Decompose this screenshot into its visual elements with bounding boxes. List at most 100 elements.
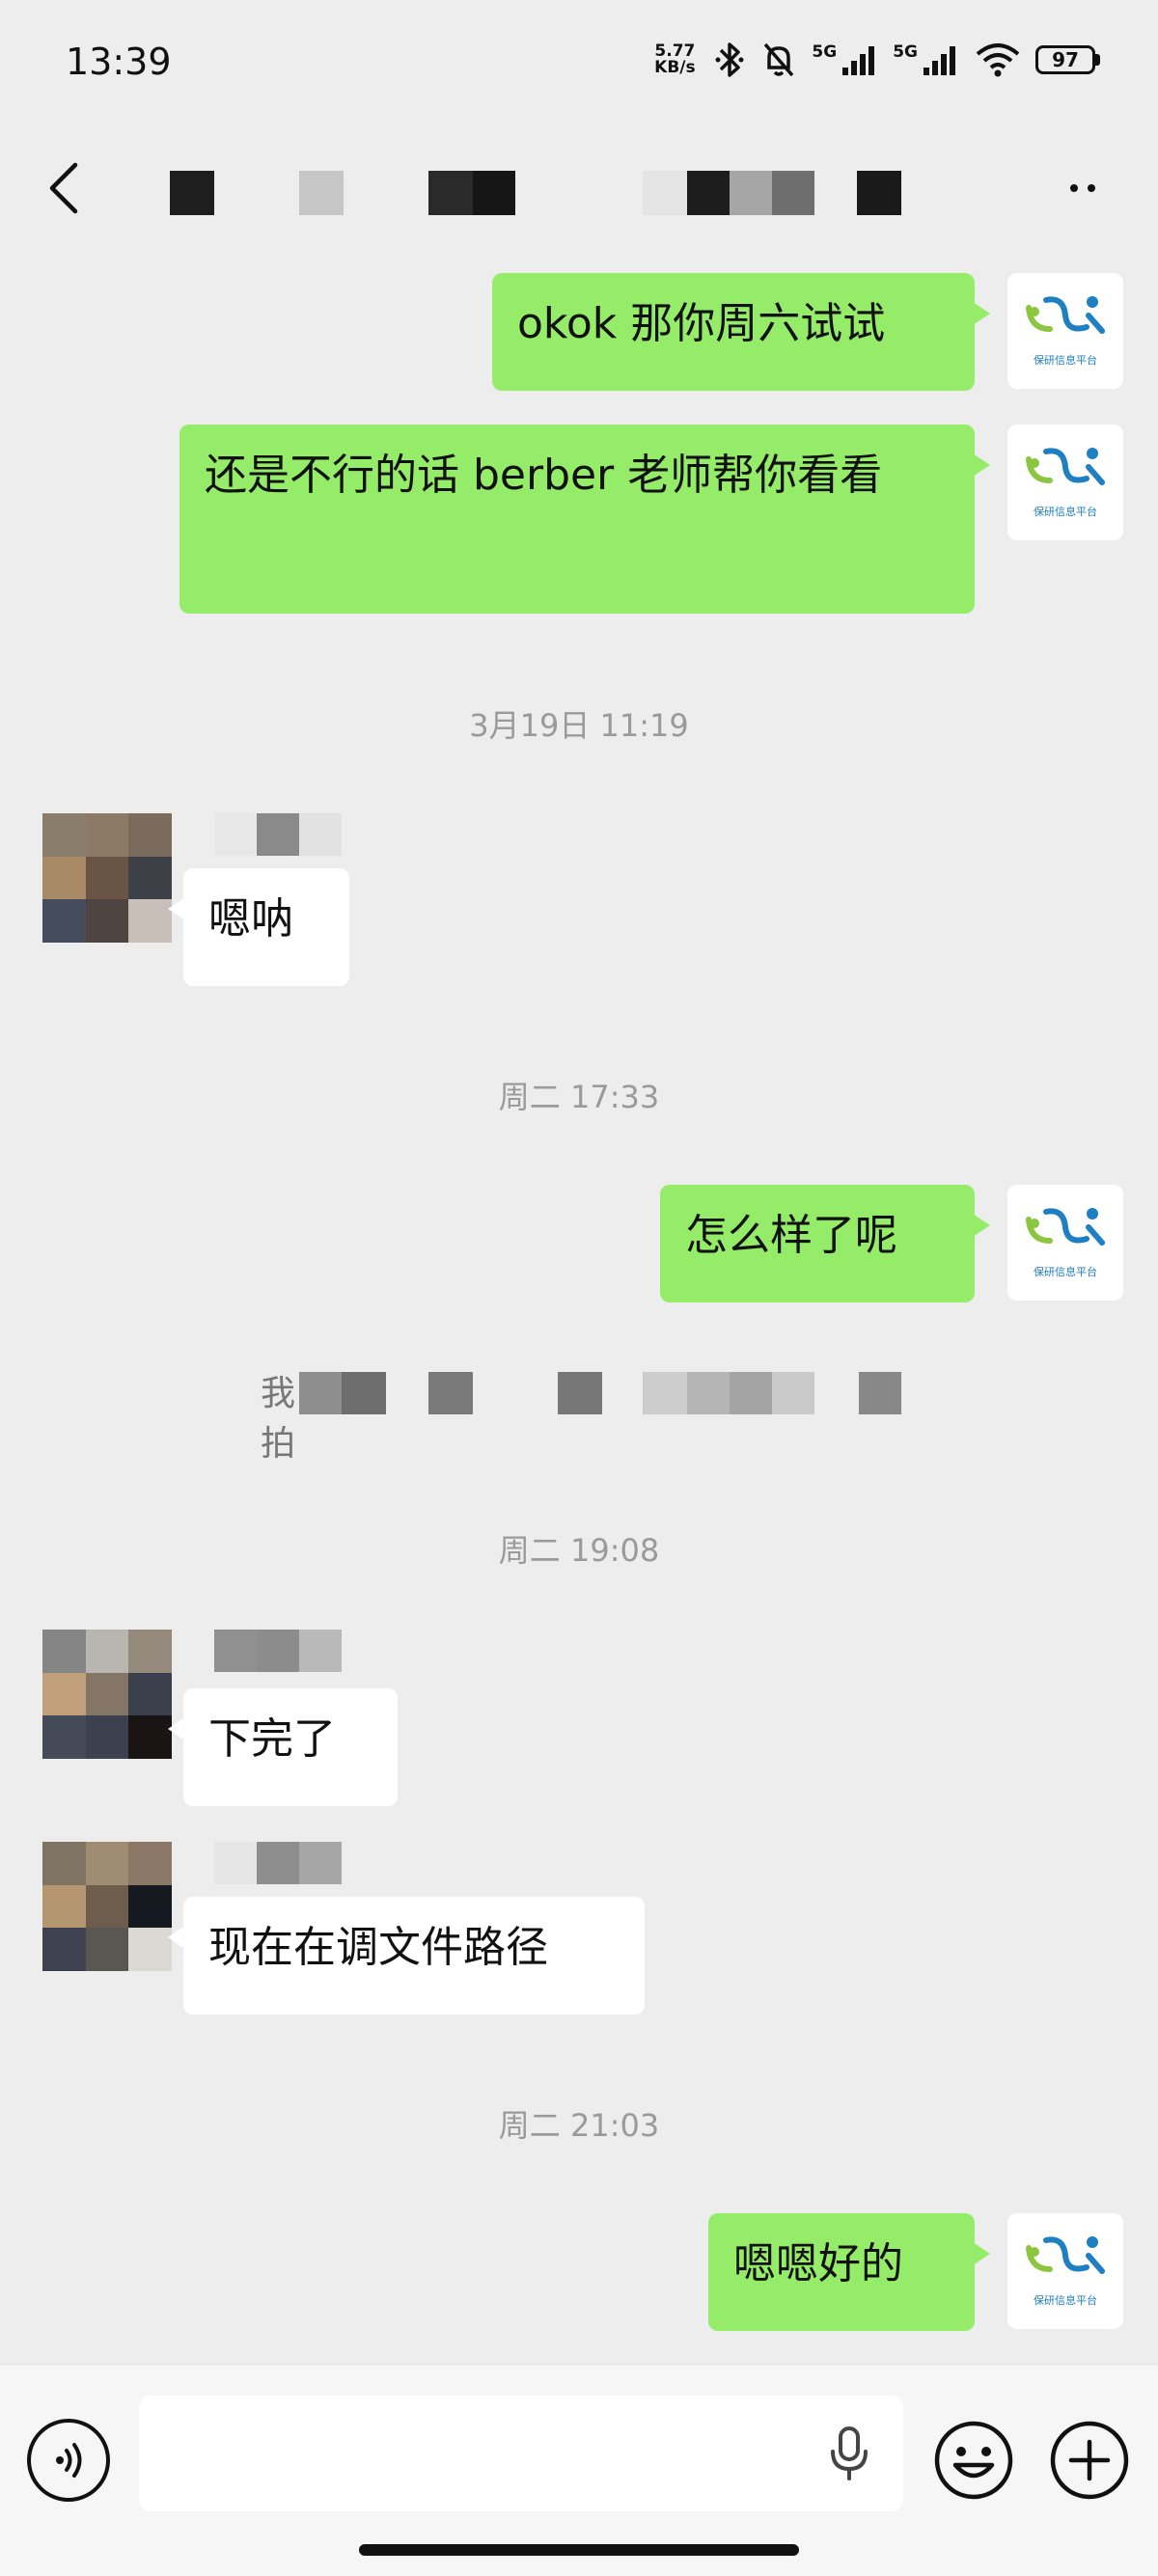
incoming-message[interactable]: 现在在调文件路径 <box>168 1897 645 2014</box>
battery-icon: 97 <box>1035 45 1100 74</box>
self-avatar[interactable]: 保研信息平台 <box>1007 425 1123 540</box>
chat-timestamp: 周二 19:08 <box>498 1532 660 1569</box>
redaction-block <box>730 1372 772 1414</box>
outgoing-message[interactable]: 怎么样了呢 <box>660 1185 990 1302</box>
redaction-block <box>772 1372 814 1414</box>
home-indicator[interactable] <box>359 2544 799 2556</box>
more-dots-icon <box>1088 184 1095 192</box>
avatar-pixel <box>128 1630 172 1673</box>
chat-timestamp: 周二 21:03 <box>498 2107 660 2144</box>
chevron-left-icon <box>49 162 78 214</box>
self-avatar-caption: 保研信息平台 <box>1034 506 1097 518</box>
outgoing-message[interactable]: 嗯嗯好的 <box>708 2213 990 2331</box>
redaction-block <box>170 171 214 215</box>
redaction-block <box>643 171 687 215</box>
more-options-button[interactable] <box>1054 164 1112 212</box>
contact-avatar[interactable] <box>42 1630 172 1759</box>
redaction-block <box>257 1630 299 1672</box>
plus-icon[interactable] <box>1048 2419 1131 2502</box>
status-bar: 13:39 5.77 KB/s 5G 5G 97 <box>0 0 1158 125</box>
self-avatar[interactable]: 保研信息平台 <box>1007 2213 1123 2329</box>
platform-logo-icon <box>1026 1208 1105 1246</box>
redaction-block <box>299 813 342 856</box>
contact-avatar[interactable] <box>42 1842 172 1971</box>
message-text: okok 那你周六试试 <box>517 299 886 348</box>
avatar-pixel <box>85 1630 129 1673</box>
back-button[interactable] <box>35 154 93 222</box>
message-input[interactable] <box>139 2396 903 2511</box>
incoming-message[interactable]: 下完了 <box>168 1688 398 1806</box>
avatar-pixel <box>85 1928 129 1971</box>
message-text: 嗯嗯好的 <box>733 2239 903 2288</box>
redaction-block <box>687 1372 730 1414</box>
outgoing-message[interactable]: 还是不行的话 berber 老师帮你看看 <box>179 425 990 614</box>
redaction-block <box>214 1630 257 1672</box>
avatar-pixel <box>128 1884 172 1929</box>
voice-mode-button[interactable] <box>27 2419 110 2502</box>
bluetooth-icon <box>715 42 744 77</box>
network-speed-unit: KB/s <box>654 58 696 77</box>
platform-logo-icon <box>1026 448 1105 485</box>
status-time: 13:39 <box>66 41 172 83</box>
avatar-pixel <box>42 1672 86 1716</box>
message-text: 现在在调文件路径 <box>208 1923 548 1972</box>
redaction-block <box>687 171 730 215</box>
avatar-pixel <box>42 813 86 857</box>
avatar-pixel <box>42 1884 86 1929</box>
avatar-pixel <box>85 813 129 857</box>
chat-title-bar <box>0 125 1158 256</box>
message-text: 还是不行的话 berber 老师帮你看看 <box>205 451 883 500</box>
avatar-pixel <box>42 1928 86 1971</box>
redaction-block <box>428 1372 473 1414</box>
avatar-pixel <box>128 899 172 943</box>
outgoing-message[interactable]: okok 那你周六试试 <box>492 273 990 391</box>
redacted-sender-name <box>214 1630 342 1672</box>
avatar-pixel <box>42 1630 86 1673</box>
contact-avatar[interactable] <box>42 813 172 943</box>
avatar-pixel <box>42 1842 86 1885</box>
avatar-pixel <box>128 856 172 900</box>
self-avatar-caption: 保研信息平台 <box>1034 2294 1097 2307</box>
redaction-block <box>643 1372 687 1414</box>
message-text: 下完了 <box>208 1714 336 1764</box>
avatar-pixel <box>128 813 172 857</box>
emoji-icon[interactable] <box>932 2419 1015 2502</box>
incoming-message[interactable]: 嗯呐 <box>168 868 349 986</box>
avatar-pixel <box>85 1672 129 1716</box>
redacted-sender-name <box>214 1842 342 1884</box>
self-avatar-caption: 保研信息平台 <box>1034 1266 1097 1278</box>
avatar-pixel <box>42 1715 86 1759</box>
redaction-block <box>772 171 814 215</box>
redaction-block <box>857 171 901 215</box>
redaction-block <box>299 171 344 215</box>
avatar-pixel <box>42 856 86 900</box>
chat-timestamp: 周二 17:33 <box>498 1079 660 1115</box>
redaction-block <box>558 1372 602 1414</box>
self-avatar[interactable]: 保研信息平台 <box>1007 273 1123 389</box>
voice-mode-icon <box>56 2443 82 2478</box>
redaction-block <box>299 1842 342 1884</box>
system-notice-text: 我拍 <box>261 1374 296 1464</box>
wifi-icon <box>976 43 1020 77</box>
avatar-pixel <box>128 1672 172 1716</box>
redaction-block <box>473 171 515 215</box>
redaction-block <box>257 813 299 856</box>
avatar-pixel <box>128 1842 172 1885</box>
redaction-block <box>299 1630 342 1672</box>
avatar-pixel <box>128 1715 172 1759</box>
avatar-pixel <box>85 899 129 943</box>
microphone-icon[interactable] <box>822 2425 876 2482</box>
redaction-block <box>859 1372 901 1414</box>
avatar-pixel <box>85 1842 129 1885</box>
avatar-pixel <box>128 1928 172 1971</box>
redaction-block <box>214 813 257 856</box>
cell-signal-1-icon <box>842 46 875 75</box>
redaction-block <box>214 1842 257 1884</box>
redaction-block <box>257 1842 299 1884</box>
message-text: 怎么样了呢 <box>685 1211 897 1260</box>
self-avatar[interactable]: 保研信息平台 <box>1007 1185 1123 1301</box>
platform-logo-icon <box>1026 2236 1105 2274</box>
cell-signal-2-icon <box>924 46 955 75</box>
platform-logo-icon <box>1026 296 1105 334</box>
chat-timestamp: 3月19日 11:19 <box>469 707 689 744</box>
